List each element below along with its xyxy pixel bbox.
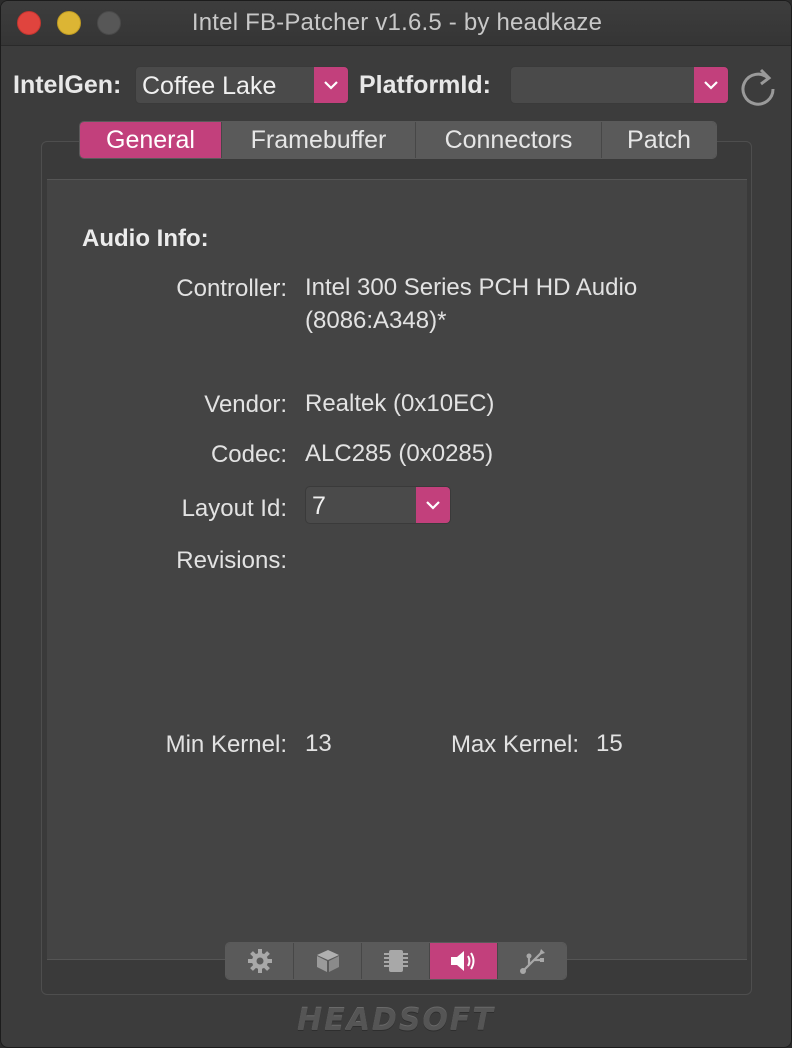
chevron-down-icon — [314, 67, 348, 103]
chevron-down-icon — [416, 487, 450, 523]
min-kernel-label: Min Kernel: — [165, 731, 287, 758]
codec-label: Codec: — [210, 441, 287, 468]
segment-usb[interactable] — [498, 943, 566, 979]
codec-value: ALC285 (0x0285) — [305, 440, 494, 467]
audio-info-heading: Audio Info: — [82, 225, 209, 252]
app-window: Intel FB-Patcher v1.6.5 - by headkaze In… — [0, 0, 792, 1048]
tab-connectors[interactable]: Connectors — [416, 122, 602, 158]
intelgen-label: IntelGen: — [13, 71, 122, 99]
layout-id-popup[interactable]: 7 — [305, 486, 451, 524]
platformid-label: PlatformId: — [359, 71, 491, 99]
min-kernel-value: 13 — [305, 730, 332, 757]
usb-icon — [520, 949, 545, 974]
tab-patch[interactable]: Patch — [602, 122, 716, 158]
refresh-button[interactable] — [739, 63, 779, 107]
segment-chip[interactable] — [362, 943, 430, 979]
max-kernel-label: Max Kernel: — [450, 731, 579, 758]
revisions-label: Revisions: — [176, 547, 287, 574]
box-icon — [316, 950, 339, 972]
segment-gear[interactable] — [226, 943, 294, 979]
chip-icon — [383, 950, 408, 972]
headsoft-logo: HEADSOFT — [297, 1003, 495, 1038]
bottom-segmented-control — [225, 942, 567, 980]
gear-icon — [247, 949, 272, 973]
title-bar[interactable]: Intel FB-Patcher v1.6.5 - by headkaze — [1, 1, 791, 46]
refresh-icon — [741, 68, 775, 106]
max-kernel-value: 15 — [596, 730, 623, 757]
layout-id-value: 7 — [312, 492, 326, 520]
segment-box[interactable] — [294, 943, 362, 979]
vendor-value: Realtek (0x10EC) — [305, 390, 495, 417]
layout-id-label: Layout Id: — [181, 495, 287, 522]
platformid-popup[interactable] — [510, 66, 729, 104]
main-tab-bar: General Framebuffer Connectors Patch — [79, 121, 717, 159]
window-title: Intel FB-Patcher v1.6.5 - by headkaze — [191, 9, 603, 36]
tab-framebuffer[interactable]: Framebuffer — [222, 122, 416, 158]
controller-label: Controller: — [176, 275, 287, 302]
controller-value-line2: (8086:A348)* — [305, 307, 447, 334]
chevron-down-icon — [694, 67, 728, 103]
controller-value: Intel 300 Series PCH HD Audio (8086:A348… — [305, 271, 637, 337]
vendor-label: Vendor: — [204, 391, 287, 418]
intelgen-popup[interactable]: Coffee Lake — [135, 66, 349, 104]
segment-audio[interactable] — [430, 943, 498, 979]
controller-value-line1: Intel 300 Series PCH HD Audio — [305, 274, 638, 301]
intelgen-value: Coffee Lake — [142, 72, 277, 100]
tab-general[interactable]: General — [80, 122, 222, 158]
speaker-icon — [450, 951, 474, 971]
